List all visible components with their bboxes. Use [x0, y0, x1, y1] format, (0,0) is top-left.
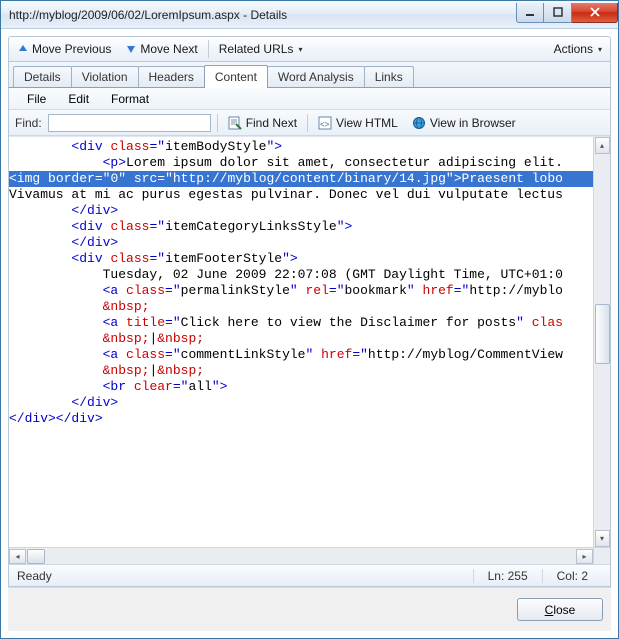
- menu-format[interactable]: Format: [101, 90, 159, 108]
- window-controls: [516, 3, 618, 23]
- tab-headers[interactable]: Headers: [138, 66, 205, 87]
- window-close-button[interactable]: [572, 3, 618, 23]
- view-html-label: View HTML: [336, 116, 398, 130]
- arrow-down-icon: [125, 43, 137, 55]
- status-col: Col: 2: [542, 569, 602, 583]
- code-line[interactable]: <br clear="all">: [9, 379, 610, 395]
- window-title: http://myblog/2009/06/02/LoremIpsum.aspx…: [9, 8, 516, 22]
- related-urls-dropdown[interactable]: Related URLs ▾: [215, 40, 307, 58]
- scroll-track[interactable]: [595, 154, 610, 530]
- browser-icon: [412, 116, 426, 130]
- find-next-label: Find Next: [246, 116, 297, 130]
- tab-content[interactable]: Content: [204, 65, 268, 88]
- code-line[interactable]: </div></div>: [9, 411, 610, 427]
- tabstrip: DetailsViolationHeadersContentWord Analy…: [8, 62, 611, 87]
- actions-dropdown[interactable]: Actions ▾: [550, 40, 606, 58]
- move-next-button[interactable]: Move Next: [121, 40, 201, 58]
- tab-violation[interactable]: Violation: [71, 66, 139, 87]
- minimize-button[interactable]: [516, 3, 544, 23]
- toolbar-separator: [208, 40, 209, 58]
- titlebar: http://myblog/2009/06/02/LoremIpsum.aspx…: [1, 1, 618, 29]
- tab-details[interactable]: Details: [13, 66, 72, 87]
- html-icon: <>: [318, 116, 332, 130]
- details-window: http://myblog/2009/06/02/LoremIpsum.aspx…: [0, 0, 619, 639]
- menu-file[interactable]: File: [17, 90, 56, 108]
- content-panel: File Edit Format Find: Find Next <> View…: [8, 87, 611, 587]
- code-content[interactable]: <div class="itemBodyStyle"> <p>Lorem ips…: [9, 137, 610, 564]
- code-line[interactable]: <p>Lorem ipsum dolor sit amet, consectet…: [9, 155, 610, 171]
- client-area: Move Previous Move Next Related URLs ▾ A…: [1, 29, 618, 638]
- code-line[interactable]: &nbsp;: [9, 299, 610, 315]
- toolbar-separator: [307, 114, 308, 132]
- code-line[interactable]: <a title="Click here to view the Disclai…: [9, 315, 610, 331]
- status-line: Ln: 255: [473, 569, 542, 583]
- find-toolbar: Find: Find Next <> View HTML View in Bro…: [9, 110, 610, 136]
- code-line[interactable]: <img border="0" src="http://myblog/conte…: [9, 171, 610, 187]
- scroll-thumb[interactable]: [595, 304, 610, 364]
- related-urls-label: Related URLs: [219, 42, 294, 56]
- code-line[interactable]: <div class="itemCategoryLinksStyle">: [9, 219, 610, 235]
- view-html-button[interactable]: <> View HTML: [314, 114, 402, 132]
- toolbar-separator: [217, 114, 218, 132]
- code-area: <div class="itemBodyStyle"> <p>Lorem ips…: [9, 136, 610, 564]
- code-line[interactable]: <div class="itemBodyStyle">: [9, 139, 610, 155]
- maximize-button[interactable]: [544, 3, 572, 23]
- code-line[interactable]: Tuesday, 02 June 2009 22:07:08 (GMT Dayl…: [9, 267, 610, 283]
- tab-word-analysis[interactable]: Word Analysis: [267, 66, 365, 87]
- chevron-down-icon: ▾: [598, 45, 602, 54]
- menu-edit[interactable]: Edit: [58, 90, 99, 108]
- code-line[interactable]: <a class="permalinkStyle" rel="bookmark"…: [9, 283, 610, 299]
- horizontal-scrollbar[interactable]: ◂ ▸: [9, 547, 610, 564]
- move-previous-label: Move Previous: [32, 42, 111, 56]
- scroll-corner: [593, 548, 610, 565]
- move-previous-button[interactable]: Move Previous: [13, 40, 115, 58]
- scroll-left-button[interactable]: ◂: [9, 549, 26, 564]
- view-browser-label: View in Browser: [430, 116, 516, 130]
- code-line[interactable]: </div>: [9, 203, 610, 219]
- menu-bar: File Edit Format: [9, 88, 610, 110]
- svg-text:<>: <>: [320, 120, 330, 129]
- scroll-track[interactable]: [26, 549, 576, 564]
- status-bar: Ready Ln: 255 Col: 2: [9, 564, 610, 586]
- view-in-browser-button[interactable]: View in Browser: [408, 114, 520, 132]
- tab-links[interactable]: Links: [364, 66, 414, 87]
- code-line[interactable]: &nbsp;|&nbsp;: [9, 363, 610, 379]
- scroll-down-button[interactable]: ▾: [595, 530, 610, 547]
- close-button[interactable]: Close: [517, 598, 603, 621]
- find-next-button[interactable]: Find Next: [224, 114, 301, 132]
- scroll-up-button[interactable]: ▴: [595, 137, 610, 154]
- code-line[interactable]: </div>: [9, 395, 610, 411]
- scroll-thumb[interactable]: [27, 549, 45, 564]
- chevron-down-icon: ▾: [298, 45, 302, 54]
- code-line[interactable]: </div>: [9, 235, 610, 251]
- find-next-icon: [228, 116, 242, 130]
- status-ready: Ready: [17, 569, 473, 583]
- code-line[interactable]: <div class="itemFooterStyle">: [9, 251, 610, 267]
- vertical-scrollbar[interactable]: ▴ ▾: [593, 137, 610, 547]
- dialog-footer: Close: [8, 587, 611, 631]
- code-line[interactable]: Vivamus at mi ac purus egestas pulvinar.…: [9, 187, 610, 203]
- actions-label: Actions: [554, 42, 593, 56]
- find-label: Find:: [15, 116, 42, 130]
- arrow-up-icon: [17, 43, 29, 55]
- code-line[interactable]: &nbsp;|&nbsp;: [9, 331, 610, 347]
- move-next-label: Move Next: [140, 42, 197, 56]
- find-input[interactable]: [48, 114, 211, 132]
- nav-toolbar: Move Previous Move Next Related URLs ▾ A…: [8, 36, 611, 62]
- code-line[interactable]: <a class="commentLinkStyle" href="http:/…: [9, 347, 610, 363]
- scroll-right-button[interactable]: ▸: [576, 549, 593, 564]
